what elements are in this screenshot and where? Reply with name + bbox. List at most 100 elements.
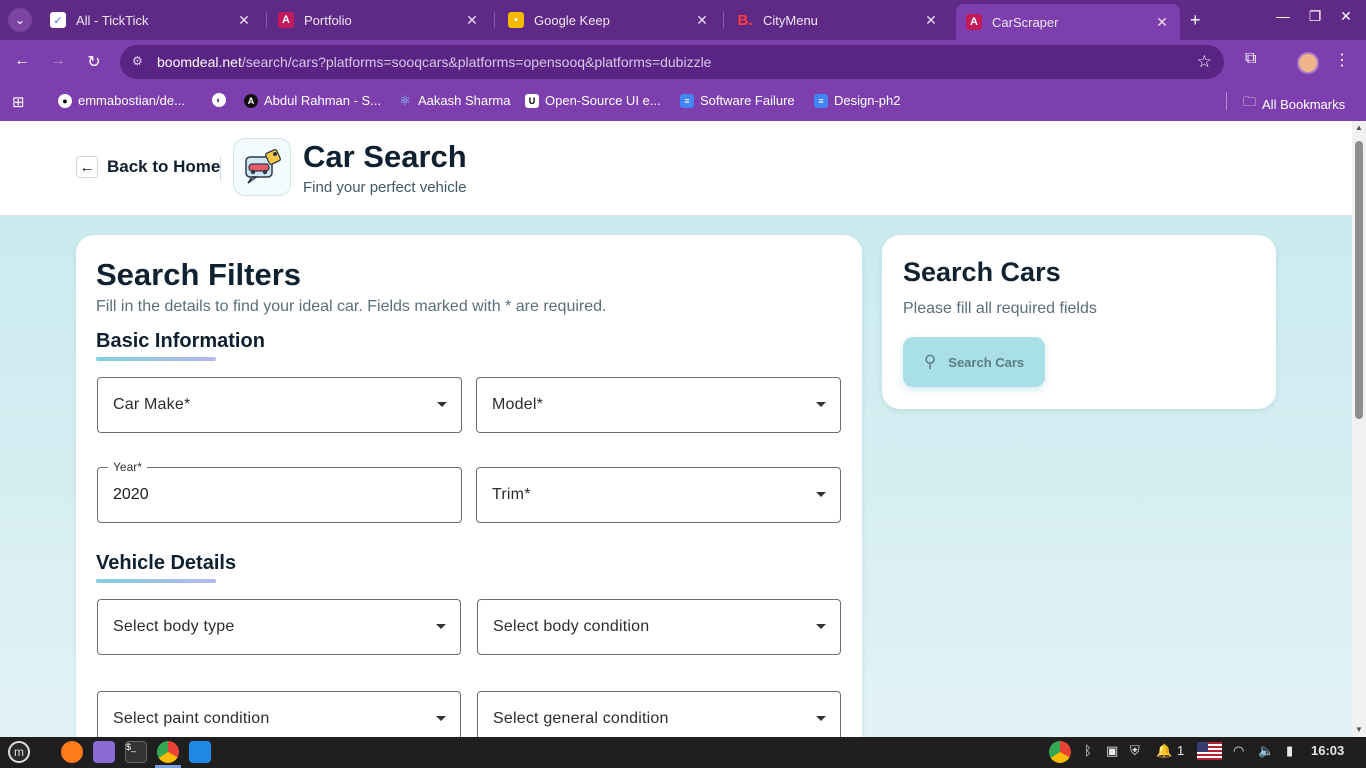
forward-icon[interactable]: → — [48, 52, 68, 70]
url-text[interactable]: boomdeal.net/search/cars?platforms=sooqc… — [157, 54, 711, 70]
reload-icon[interactable]: ↻ — [84, 52, 104, 72]
tab-search-icon[interactable]: ⌄ — [8, 8, 32, 32]
tab-strip: ⌄ ✓ All - TickTick ✕ A Portfolio ✕ ▪ Goo… — [0, 0, 1366, 40]
site-info-icon[interactable]: ⚙ — [132, 54, 148, 70]
bookmark-star-icon[interactable]: ☆ — [1197, 52, 1212, 72]
dropdown-arrow-icon — [816, 716, 826, 721]
bookmark-item[interactable]: ≡ Software Failure — [680, 93, 795, 108]
tab-title: CarScraper — [992, 14, 1059, 30]
menu-icon[interactable]: ⋮ — [1334, 50, 1350, 70]
arrow-left-icon: ← — [76, 156, 98, 178]
bookmark-label: emmabostian/de... — [78, 93, 185, 108]
a-logo-icon: A — [244, 93, 258, 108]
tab-carscraper[interactable]: A CarScraper ✕ — [956, 4, 1180, 40]
clock[interactable]: 16:03 — [1311, 743, 1344, 758]
scroll-up-icon[interactable]: ▲ — [1355, 123, 1363, 132]
tab-separator — [723, 12, 724, 28]
model-placeholder: Model* — [492, 396, 544, 413]
app-header: ← Back to Home Car Search Find your perf… — [0, 121, 1352, 216]
all-bookmarks[interactable]: 🗀 All Bookmarks — [1243, 93, 1345, 115]
back-to-home-label: Back to Home — [107, 157, 221, 176]
folder-icon: 🗀 — [1243, 94, 1257, 109]
car-make-placeholder: Car Make* — [113, 396, 191, 413]
us-flag-icon[interactable] — [1197, 742, 1222, 760]
search-filters-card: Search Filters Fill in the details to fi… — [76, 235, 862, 737]
page-scrollbar[interactable]: ▲ ▼ — [1352, 121, 1366, 737]
bookmark-item[interactable]: ● emmabostian/de... — [58, 93, 185, 108]
all-bookmarks-label: All Bookmarks — [1262, 96, 1346, 112]
tab-citymenu[interactable]: B. CityMenu ✕ — [727, 4, 949, 36]
citymenu-icon: B. — [737, 11, 753, 29]
search-cars-card: Search Cars Please fill all required fie… — [882, 235, 1276, 409]
firefox-icon[interactable] — [61, 741, 83, 763]
tab-portfolio[interactable]: A Portfolio ✕ — [268, 4, 490, 36]
react-icon: ⚛ — [399, 92, 411, 108]
clipboard-icon[interactable]: ▣ — [1106, 743, 1118, 759]
restore-icon[interactable]: ❐ — [1305, 8, 1325, 25]
docs-icon: ≡ — [680, 93, 694, 108]
car-make-select[interactable]: Car Make* — [97, 377, 462, 433]
page-title: Car Search — [303, 139, 467, 174]
bookmarks-bar: ⊞ ● emmabostian/de... ◐ A Abdul Rahman -… — [0, 84, 1366, 121]
search-cars-description: Please fill all required fields — [903, 300, 1097, 317]
bookmark-item[interactable]: ⚛ Aakash Sharma — [398, 92, 510, 109]
body-type-placeholder: Select body type — [113, 618, 235, 635]
chrome-tray-icon[interactable] — [1049, 741, 1071, 763]
scroll-down-icon[interactable]: ▼ — [1355, 725, 1363, 734]
vscode-icon[interactable] — [189, 741, 211, 763]
filters-description: Fill in the details to find your ideal c… — [96, 298, 607, 315]
year-input[interactable]: Year* 2020 — [97, 460, 462, 523]
bookmark-item[interactable]: U Open-Source UI e... — [525, 93, 661, 108]
bookmark-item[interactable]: ◐ — [212, 93, 232, 107]
back-icon[interactable]: ← — [12, 52, 32, 70]
wifi-icon[interactable]: ◠ — [1233, 743, 1244, 759]
trim-select[interactable]: Trim* — [476, 467, 841, 523]
ticktick-icon: ✓ — [50, 12, 66, 28]
close-tab-icon[interactable]: ✕ — [694, 12, 710, 29]
terminal-icon[interactable]: $_ — [125, 741, 147, 763]
notification-icon[interactable]: 🔔 — [1156, 743, 1172, 759]
shield-icon[interactable]: ⛨ — [1130, 743, 1140, 759]
close-tab-icon[interactable]: ✕ — [464, 12, 480, 29]
new-tab-icon[interactable]: + — [1190, 10, 1201, 31]
year-value[interactable]: 2020 — [113, 486, 149, 504]
volume-icon[interactable]: 🔈 — [1258, 743, 1274, 759]
notification-count: 1 — [1177, 743, 1185, 758]
url-path: /search/cars?platforms=sooqcars&platform… — [241, 54, 712, 70]
close-tab-icon[interactable]: ✕ — [923, 12, 939, 29]
bookmark-item[interactable]: ≡ Design-ph2 — [814, 93, 901, 108]
tab-google-keep[interactable]: ▪ Google Keep ✕ — [498, 4, 720, 36]
bookmark-item[interactable]: A Abdul Rahman - S... — [244, 93, 381, 108]
scroll-thumb[interactable] — [1355, 141, 1363, 419]
body-condition-select[interactable]: Select body condition — [477, 599, 841, 655]
tab-ticktick[interactable]: ✓ All - TickTick ✕ — [40, 4, 262, 36]
chrome-icon[interactable] — [157, 741, 179, 763]
bookmark-label: Open-Source UI e... — [545, 93, 661, 108]
close-tab-icon[interactable]: ✕ — [236, 12, 252, 29]
paint-condition-select[interactable]: Select paint condition — [97, 691, 461, 737]
profile-avatar[interactable] — [1297, 52, 1319, 74]
section-underline — [96, 357, 216, 361]
apps-grid-icon[interactable]: ⊞ — [12, 93, 25, 111]
mint-menu-icon[interactable]: m — [8, 741, 30, 763]
dropdown-arrow-icon — [816, 492, 826, 497]
ui-logo-icon: U — [525, 93, 539, 108]
battery-icon[interactable]: ▮ — [1286, 743, 1293, 759]
files-icon[interactable] — [93, 741, 115, 763]
search-cars-button[interactable]: ⚲ Search Cars — [903, 337, 1045, 387]
address-bar[interactable]: ⚙ boomdeal.net/search/cars?platforms=soo… — [120, 45, 1224, 79]
body-type-select[interactable]: Select body type — [97, 599, 461, 655]
bluetooth-icon[interactable]: ᛒ — [1084, 743, 1092, 758]
tab-separator — [494, 12, 495, 28]
vehicle-details-heading: Vehicle Details — [96, 552, 237, 574]
extensions-icon[interactable]: ⧉ — [1245, 50, 1256, 68]
bookmark-label: Software Failure — [700, 93, 795, 108]
minimize-icon[interactable]: — — [1273, 8, 1293, 24]
general-condition-select[interactable]: Select general condition — [477, 691, 841, 737]
dropdown-arrow-icon — [436, 624, 446, 629]
back-to-home-button[interactable]: ← Back to Home — [76, 156, 220, 178]
model-select[interactable]: Model* — [476, 377, 841, 433]
url-host: boomdeal.net — [157, 54, 242, 70]
close-window-icon[interactable]: ✕ — [1336, 8, 1356, 25]
close-tab-icon[interactable]: ✕ — [1154, 14, 1170, 31]
